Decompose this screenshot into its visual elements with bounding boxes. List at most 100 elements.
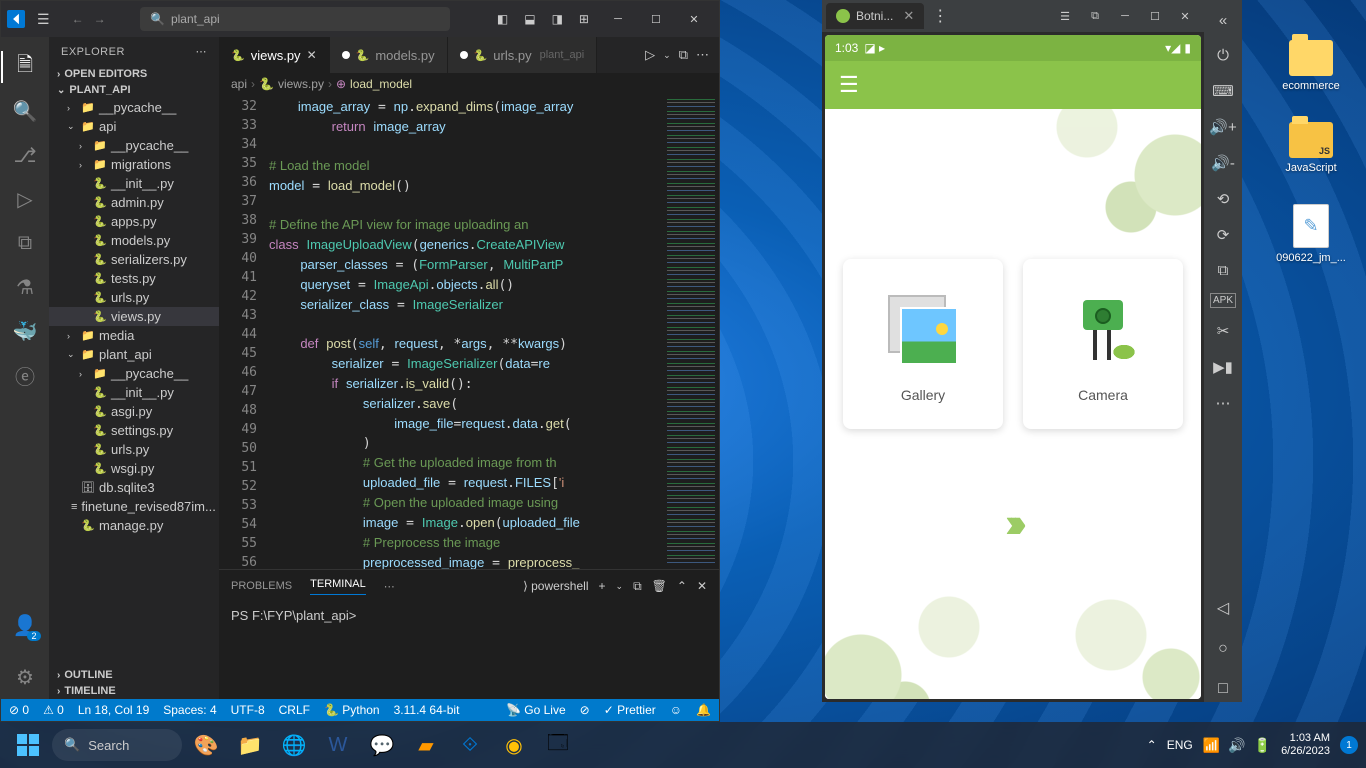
layout-right-icon[interactable]: ◨ [548,8,567,30]
tree-item[interactable]: 🐍admin.py [49,193,219,212]
screenshot-icon[interactable]: ⧉ [1214,258,1233,283]
desktop-folder-ecommerce[interactable]: ecommerce [1276,40,1346,92]
split-editor-button[interactable]: ⧉ [679,47,688,63]
tree-item[interactable]: 🐍tests.py [49,269,219,288]
testing-tab[interactable]: ⚗ [1,265,49,309]
tree-item[interactable]: ›📁__pycache__ [49,364,219,383]
tree-item[interactable]: ⌄📁plant_api [49,345,219,364]
taskbar-search[interactable]: 🔍Search [52,729,182,761]
split-terminal-button[interactable]: ⧉ [633,579,642,594]
code-editor[interactable]: image_array = np.expand_dims(image_array… [269,95,663,569]
volume-icon[interactable]: 🔊 [1228,737,1245,754]
close-button[interactable]: ✕ [1170,0,1200,32]
accounts-tab[interactable]: 👤2 [1,603,49,647]
tab-views-py[interactable]: 🐍views.py✕ [219,37,330,73]
taskbar-sublime[interactable]: ▰ [406,725,446,765]
command-search-input[interactable]: 🔍 plant_api [140,7,450,31]
android-home-button[interactable]: ○ [1214,636,1232,662]
rotate-right-icon[interactable]: ⟳ [1213,222,1234,248]
status-eol[interactable]: CRLF [279,703,310,717]
tree-item[interactable]: ›📁__pycache__ [49,98,219,117]
tray-language[interactable]: ENG [1167,738,1193,752]
tree-item[interactable]: 🐍serializers.py [49,250,219,269]
tree-item[interactable]: 🐍views.py [49,307,219,326]
tree-item[interactable]: 🐍wsgi.py [49,459,219,478]
terminal-shell-label[interactable]: ⟩ powershell [523,579,588,593]
status-feedback[interactable]: ☺ [670,703,682,717]
status-port[interactable]: ⊘ [580,703,590,717]
extensions-tab[interactable]: ⧉ [1,221,49,265]
record-icon[interactable]: ▶▮ [1209,354,1237,380]
explorer-tab[interactable]: 🗎 [1,45,49,89]
close-button[interactable]: ✕ [675,1,713,37]
taskbar-chrome[interactable]: 🌐 [274,725,314,765]
docker-tab[interactable]: 🐳 [1,309,49,353]
status-bell[interactable]: 🔔 [696,703,711,717]
tree-item[interactable]: ›📁media [49,326,219,345]
taskbar-app2[interactable]: 🗔 [538,725,578,765]
tree-item[interactable]: 🐍urls.py [49,288,219,307]
tree-item[interactable]: 🐍models.py [49,231,219,250]
layout-grid-icon[interactable]: ⊞ [575,8,593,30]
tree-item[interactable]: ›📁__pycache__ [49,136,219,155]
tree-item[interactable]: ⌄📁api [49,117,219,136]
volume-up-icon[interactable]: 🔊+ [1205,114,1240,140]
close-panel-button[interactable]: ✕ [697,579,707,593]
status-lang[interactable]: 🐍 Python [324,703,380,717]
more-icon[interactable]: ⋯ [196,45,208,58]
cut-icon[interactable]: ✂ [1213,318,1234,344]
status-prettier[interactable]: ✓ Prettier [604,703,656,717]
edge-tab[interactable]: ⓔ [1,353,49,397]
rotate-left-icon[interactable]: ⟲ [1213,186,1234,212]
desktop-folder-javascript[interactable]: JavaScript [1276,122,1346,174]
layout-bottom-icon[interactable]: ⬓ [520,8,539,30]
close-icon[interactable]: ✕ [903,8,914,24]
tray-chevron-icon[interactable]: ⌃ [1147,738,1157,752]
keyboard-icon[interactable]: ⌨ [1208,78,1238,104]
volume-down-icon[interactable]: 🔊- [1207,150,1239,176]
terminal-dropdown[interactable]: ⌄ [616,581,624,592]
maximize-panel-button[interactable]: ⌃ [677,579,687,593]
status-cursor[interactable]: Ln 18, Col 19 [78,703,149,717]
status-warnings[interactable]: ⚠ 0 [43,703,64,717]
nav-forward-button[interactable]: → [94,12,106,26]
more-icon[interactable]: ⋯ [1212,390,1235,416]
battery-icon[interactable]: 🔋 [1254,737,1271,754]
timeline-section[interactable]: ›TIMELINE [49,683,219,699]
minimap[interactable] [663,95,719,569]
settings-tab[interactable]: ⚙ [1,655,49,699]
status-golive[interactable]: 📡 Go Live [506,703,566,717]
android-back-button[interactable]: ◁ [1213,594,1233,622]
taskbar-app[interactable]: ◉ [494,725,534,765]
status-python-version[interactable]: 3.11.4 64-bit [394,703,460,717]
status-spaces[interactable]: Spaces: 4 [163,703,216,717]
terminal-input[interactable]: PS F:\FYP\plant_api> [219,602,719,699]
maximize-button[interactable]: ☐ [637,1,675,37]
tree-item[interactable]: 🐍settings.py [49,421,219,440]
minimize-button[interactable]: ─ [1110,0,1140,32]
desktop-file-txt[interactable]: 090622_jm_... [1276,204,1346,264]
notification-badge[interactable]: 1 [1340,736,1358,754]
tree-item[interactable]: 🐍urls.py [49,440,219,459]
menu-icon[interactable]: ☰ [31,7,56,32]
status-encoding[interactable]: UTF-8 [231,703,265,717]
status-errors[interactable]: ⊘ 0 [9,703,29,717]
more-actions-button[interactable]: ⋯ [696,47,709,63]
tree-item[interactable]: ›📁migrations [49,155,219,174]
power-icon[interactable]: ⏻ [1213,43,1233,68]
breadcrumbs[interactable]: api› 🐍views.py› ⊕load_model [219,73,719,95]
close-icon[interactable]: ✕ [307,48,317,62]
run-button[interactable]: ▷ [645,47,655,63]
tab-models-py[interactable]: 🐍models.py [330,37,448,73]
kill-terminal-button[interactable]: 🗑 [652,579,667,593]
emulator-menu-icon[interactable]: ☰ [1050,0,1080,32]
taskbar-clock[interactable]: 1:03 AM 6/26/2023 [1281,732,1330,758]
hamburger-icon[interactable]: ☰ [839,72,859,98]
tab-urls-py[interactable]: 🐍urls.pyplant_api [448,37,598,73]
tree-item[interactable]: 🐍__init__.py [49,174,219,193]
wifi-icon[interactable]: 📶 [1203,737,1220,754]
tree-item[interactable]: 🐍manage.py [49,516,219,535]
panel-more[interactable]: ⋯ [384,580,395,593]
apk-icon[interactable]: APK [1210,293,1236,308]
panel-tab-terminal[interactable]: TERMINAL [310,578,366,595]
